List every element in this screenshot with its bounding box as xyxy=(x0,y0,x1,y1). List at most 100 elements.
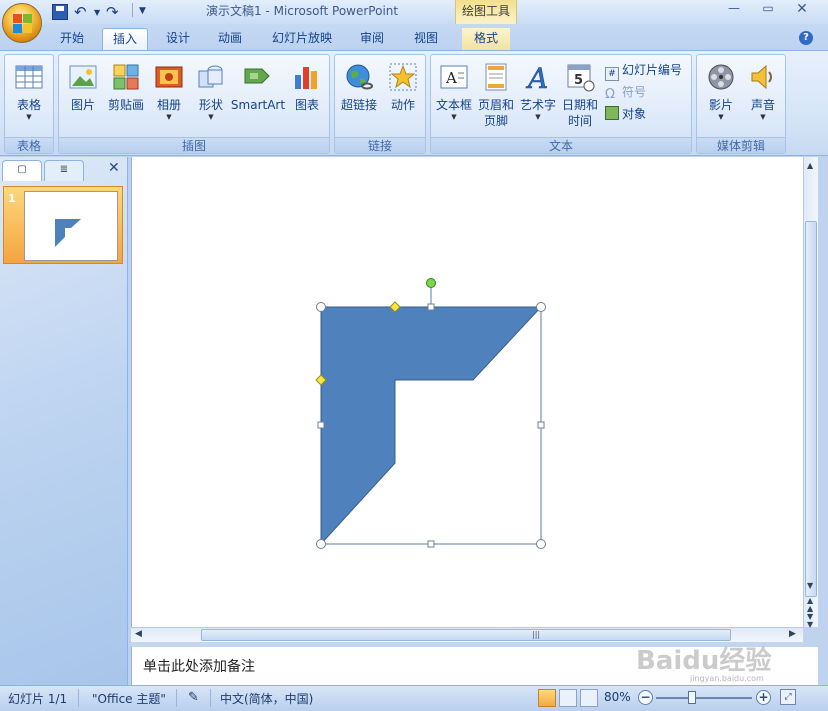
slide-thumbnail-item[interactable]: 1 xyxy=(3,186,123,264)
object-icon xyxy=(605,106,619,120)
context-tab-title: 绘图工具 xyxy=(461,4,510,18)
zoom-slider-thumb[interactable] xyxy=(688,691,696,704)
scroll-down-icon[interactable]: ▼ xyxy=(807,581,813,590)
resize-handle-bottom[interactable] xyxy=(427,540,435,548)
right-frame xyxy=(818,157,828,685)
resize-handle-bottom-right[interactable] xyxy=(536,539,546,549)
symbol-button[interactable]: Ω 符号 xyxy=(605,83,646,103)
close-button[interactable]: ✕ xyxy=(790,1,814,19)
slideshow-view-icon[interactable] xyxy=(580,689,598,707)
clipart-icon xyxy=(110,61,142,93)
resize-handle-top-left[interactable] xyxy=(316,302,326,312)
zoom-out-icon[interactable]: − xyxy=(638,690,653,705)
zoom-slider-track[interactable] xyxy=(656,697,752,699)
resize-handle-top[interactable] xyxy=(427,303,435,311)
slide-sorter-view-icon[interactable] xyxy=(559,689,577,707)
dropdown-arrow-icon: ▼ xyxy=(26,113,32,121)
office-button[interactable] xyxy=(2,3,42,43)
vertical-scroll-thumb[interactable] xyxy=(805,221,817,597)
tab-design[interactable]: 设计 xyxy=(156,28,200,50)
tab-home[interactable]: 开始 xyxy=(50,28,94,50)
action-star-icon xyxy=(387,61,419,93)
clipart-button[interactable]: 剪贴画 xyxy=(103,59,149,133)
smartart-button[interactable]: SmartArt xyxy=(229,59,287,133)
resize-handle-left[interactable] xyxy=(317,421,325,429)
omega-icon: Ω xyxy=(605,87,615,102)
resize-handle-bottom-left[interactable] xyxy=(316,539,326,549)
slide-svg xyxy=(315,278,546,549)
half-frame-shape[interactable] xyxy=(320,306,543,546)
rotation-handle[interactable] xyxy=(426,278,436,288)
table-label: 表格 xyxy=(16,98,41,112)
help-icon[interactable]: ? xyxy=(799,31,813,45)
header-footer-button[interactable]: 页眉和 页脚 xyxy=(475,59,517,133)
minimize-button[interactable]: — xyxy=(722,1,746,19)
header-footer-label-1: 页眉和 xyxy=(477,98,514,112)
wordart-icon: A xyxy=(522,61,554,96)
slide-number-button[interactable]: # 幻灯片编号 xyxy=(605,61,682,81)
zoom-in-icon[interactable]: + xyxy=(756,690,771,705)
group-links: 超链接 动作 链接 xyxy=(334,54,426,154)
maximize-button[interactable]: ▭ xyxy=(756,1,780,19)
fit-to-window-icon[interactable]: ⤢ xyxy=(780,689,796,705)
tab-slideshow[interactable]: 幻灯片放映 xyxy=(264,28,340,50)
zoom-level[interactable]: 80% xyxy=(604,690,631,704)
dropdown-arrow-icon: ▼ xyxy=(718,113,724,121)
tab-review[interactable]: 审阅 xyxy=(350,28,394,50)
ribbon-insert: 表格 ▼ 表格 图片 剪贴画 相册 ▼ 形状 ▼ SmartArt 图表 插图 … xyxy=(0,50,828,156)
picture-button[interactable]: 图片 xyxy=(61,59,105,133)
slide-number-label: 幻灯片编号 xyxy=(622,63,683,77)
language[interactable]: 中文(简体，中国) xyxy=(220,690,313,707)
group-illustrations: 图片 剪贴画 相册 ▼ 形状 ▼ SmartArt 图表 插图 xyxy=(58,54,330,154)
outline-tab-icon[interactable]: ≣ xyxy=(44,160,84,181)
scroll-left-icon[interactable]: ◀ xyxy=(135,629,142,639)
theme-name: "Office 主题" xyxy=(92,692,166,706)
tab-format[interactable]: 格式 xyxy=(462,28,510,50)
shapes-button[interactable]: 形状 ▼ xyxy=(189,59,233,133)
resize-handle-top-right[interactable] xyxy=(536,302,546,312)
datetime-label-1: 日期和 xyxy=(561,98,598,112)
group-label-illustrations: 插图 xyxy=(59,137,329,153)
tab-insert[interactable]: 插入 xyxy=(102,28,148,50)
spell-check-icon[interactable]: ✎ xyxy=(188,690,199,705)
header-footer-icon xyxy=(480,61,512,93)
sound-button[interactable]: 声音 ▼ xyxy=(741,59,785,133)
photo-album-label: 相册 xyxy=(156,98,181,112)
redo-icon[interactable]: ↷ xyxy=(106,3,119,21)
slide-thumbnail[interactable] xyxy=(24,191,118,261)
vertical-scrollbar[interactable]: ▲ ▼ ▲ ▲ ▼ ▼ xyxy=(803,157,818,629)
table-button[interactable]: 表格 ▼ xyxy=(7,59,51,133)
scroll-right-icon[interactable]: ▶ xyxy=(789,629,796,639)
group-text: A 文本框 ▼ 页眉和 页脚 A 艺术字 ▼ 5 日期和 时间 # 幻灯片编号 … xyxy=(430,54,692,154)
smartart-label: SmartArt xyxy=(230,98,286,112)
close-icon[interactable]: ✕ xyxy=(108,160,120,176)
shapes-label: 形状 xyxy=(198,98,223,112)
notes-placeholder[interactable]: 单击此处添加备注 xyxy=(143,656,255,676)
status-separator xyxy=(210,689,211,707)
customize-qat-icon[interactable]: ▼ xyxy=(139,6,146,24)
header-footer-label-2: 页脚 xyxy=(483,114,508,128)
scroll-up-icon[interactable]: ▲ xyxy=(807,161,813,170)
office-logo-icon xyxy=(13,14,33,34)
object-button[interactable]: 对象 xyxy=(605,105,646,125)
resize-handle-right[interactable] xyxy=(537,421,545,429)
group-label-links: 链接 xyxy=(335,137,425,153)
textbox-button[interactable]: A 文本框 ▼ xyxy=(433,59,475,133)
datetime-button[interactable]: 5 日期和 时间 xyxy=(559,59,601,133)
save-icon[interactable] xyxy=(52,4,68,20)
hyperlink-button[interactable]: 超链接 xyxy=(337,59,381,133)
movie-button[interactable]: 影片 ▼ xyxy=(699,59,743,133)
previous-next-slide-icon[interactable]: ▲ ▲ ▼ ▼ xyxy=(807,597,813,629)
group-label-media: 媒体剪辑 xyxy=(697,137,785,153)
chart-button[interactable]: 图表 xyxy=(285,59,329,133)
normal-view-icon[interactable] xyxy=(538,689,556,707)
slides-tab-icon[interactable]: ▢ xyxy=(2,160,42,181)
wordart-button[interactable]: A 艺术字 ▼ xyxy=(517,59,559,133)
tab-view[interactable]: 视图 xyxy=(404,28,448,50)
photo-album-button[interactable]: 相册 ▼ xyxy=(147,59,191,133)
tab-animations[interactable]: 动画 xyxy=(208,28,252,50)
undo-icon[interactable]: ↶ xyxy=(74,3,87,21)
view-buttons xyxy=(538,688,600,708)
action-button[interactable]: 动作 xyxy=(381,59,425,133)
slide-canvas[interactable] xyxy=(131,157,803,627)
